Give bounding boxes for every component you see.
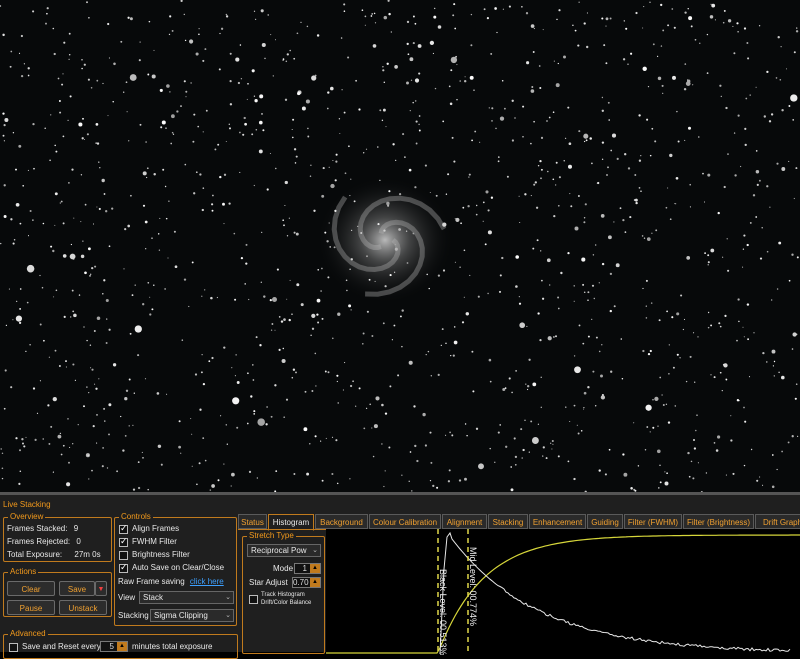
brightness-filter-checkbox[interactable] (119, 551, 128, 560)
advanced-group: Advanced Save and Reset every 5 ▲ minute… (3, 629, 238, 659)
panel-title: Live Stacking (3, 500, 51, 509)
stacking-label: Stacking (118, 611, 149, 620)
tab-filter-fwhm[interactable]: Filter (FWHM) (624, 514, 682, 529)
save-reset-spinner[interactable]: 5 ▲ (100, 641, 128, 652)
track-histogram-label: Track Histogram Drift/Color Balance (261, 591, 311, 607)
tab-drift-graph[interactable]: Drift Graph (755, 514, 800, 529)
view-label: View (118, 593, 136, 602)
stretch-type-legend: Stretch Type (247, 531, 296, 541)
mid-level-label: Mid Level: 00.774% (468, 547, 478, 626)
star-adjust-label: Star Adjust (249, 578, 288, 587)
unstack-button[interactable]: Unstack (59, 600, 107, 615)
tab-guiding[interactable]: Guiding (587, 514, 623, 529)
overview-legend: Overview (8, 512, 46, 522)
tab-status[interactable]: Status (238, 514, 267, 529)
frames-rejected-label: Frames Rejected: (7, 537, 71, 546)
clear-button[interactable]: Clear (7, 581, 55, 596)
live-stacking-panel: Live Stacking Overview Frames Stacked: 9… (0, 492, 800, 659)
tab-bar: Status Histogram Background Colour Calibrat… (238, 514, 800, 531)
track-histogram-label-line2: Drift/Color Balance (261, 600, 312, 606)
save-reset-label: Save and Reset every (22, 642, 101, 651)
raw-saving-link[interactable]: click here (190, 577, 224, 586)
tab-enhancement[interactable]: Enhancement (529, 514, 586, 529)
tab-background[interactable]: Background (315, 514, 368, 529)
spinner-arrows-icon[interactable]: ▲ (310, 578, 320, 587)
raw-saving-label: Raw Frame saving (118, 577, 185, 586)
overview-group: Overview Frames Stacked: 9 Frames Reject… (3, 512, 112, 562)
black-level-label: Black Level: 00.513% (438, 569, 448, 655)
stretch-curve (326, 534, 800, 654)
save-dropdown-icon[interactable]: ▼ (95, 581, 107, 596)
tab-stacking[interactable]: Stacking (488, 514, 528, 529)
track-histogram-checkbox[interactable] (249, 595, 258, 604)
total-exposure-value: 27m 0s (74, 550, 101, 559)
stacked-image-view[interactable] (0, 0, 800, 492)
frames-stacked-value: 9 (73, 524, 79, 533)
star-adjust-spinner[interactable]: 0.70 ▲ (292, 577, 321, 588)
chevron-down-icon: ⌄ (312, 547, 318, 554)
track-histogram-label-line1: Track Histogram (261, 592, 305, 598)
spinner-arrows-icon[interactable]: ▲ (310, 564, 320, 573)
actions-legend: Actions (8, 567, 39, 577)
stacking-select[interactable]: Sigma Clipping ⌄ (150, 609, 234, 622)
tab-colour-calibration[interactable]: Colour Calibration (369, 514, 441, 529)
align-frames-checkbox[interactable] (119, 523, 128, 534)
chevron-down-icon: ⌄ (225, 594, 231, 601)
pause-button[interactable]: Pause (7, 600, 55, 615)
auto-save-checkbox[interactable] (119, 562, 128, 573)
histogram-plot[interactable]: Black Level: 00.513% Mid Level: 00.774% (326, 529, 800, 656)
advanced-legend: Advanced (8, 629, 48, 639)
save-reset-value: 5 (109, 642, 114, 651)
spinner-arrows-icon[interactable]: ▲ (117, 642, 127, 651)
star-field-image (0, 0, 799, 492)
stretch-type-group: Stretch Type Reciprocal Pow ⌄ Mode 1 ▲ S… (242, 531, 325, 654)
histogram-line (439, 531, 791, 655)
stretch-type-select[interactable]: Reciprocal Pow ⌄ (247, 544, 321, 557)
actions-group: Actions Clear Save ▼ Pause Unstack (3, 567, 112, 617)
controls-group: Controls Align Frames FWHM Filter Bright… (114, 512, 237, 626)
stacking-value: Sigma Clipping (154, 611, 208, 620)
auto-save-label: Auto Save on Clear/Close (132, 563, 225, 572)
frames-stacked-label: Frames Stacked: (7, 524, 68, 533)
frames-rejected-value: 0 (76, 537, 81, 546)
tab-filter-brightness[interactable]: Filter (Brightness) (683, 514, 754, 529)
brightness-filter-label: Brightness Filter (132, 550, 190, 559)
star-adjust-value: 0.70 (293, 578, 309, 587)
save-reset-suffix: minutes total exposure (132, 642, 213, 651)
mode-label: Mode (273, 564, 294, 573)
fwhm-filter-label: FWHM Filter (132, 537, 177, 546)
controls-legend: Controls (119, 512, 153, 522)
fwhm-filter-checkbox[interactable] (119, 536, 128, 547)
mode-value: 1 (302, 564, 307, 573)
histogram-svg: Black Level: 00.513% Mid Level: 00.774% (326, 529, 800, 656)
stretch-type-value: Reciprocal Pow (251, 546, 307, 555)
tab-alignment[interactable]: Alignment (442, 514, 487, 529)
view-select[interactable]: Stack ⌄ (139, 591, 234, 604)
save-button[interactable]: Save (59, 581, 95, 596)
save-reset-checkbox[interactable] (9, 643, 18, 652)
total-exposure-label: Total Exposure: (7, 550, 63, 559)
mode-spinner[interactable]: 1 ▲ (294, 563, 321, 574)
align-frames-label: Align Frames (132, 524, 180, 533)
chevron-down-icon: ⌄ (225, 612, 231, 619)
view-value: Stack (143, 593, 164, 602)
